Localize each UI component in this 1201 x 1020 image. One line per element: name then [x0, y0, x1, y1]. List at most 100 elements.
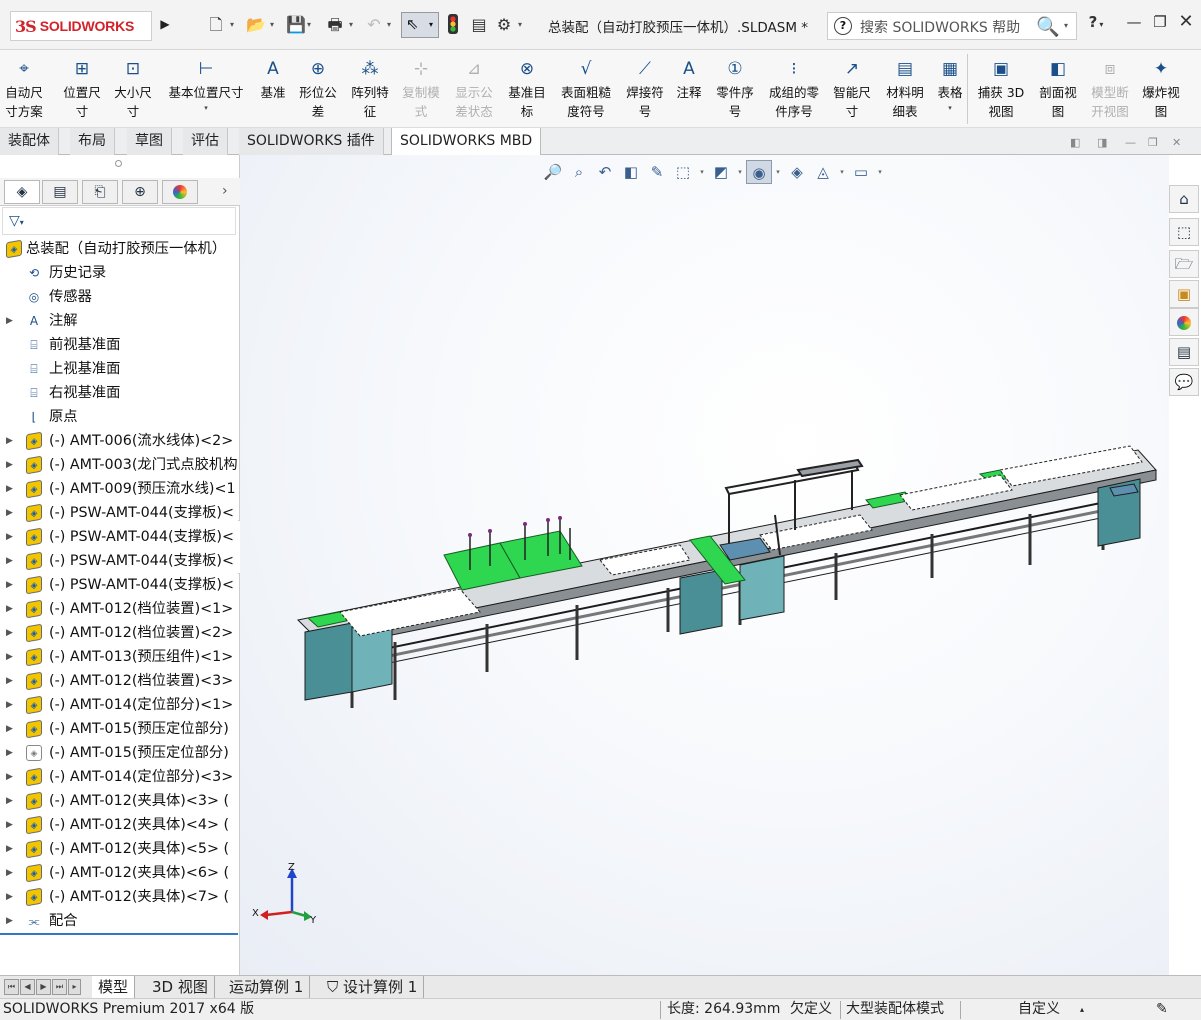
expand-arrow-icon[interactable]: ▶ [6, 765, 13, 789]
expand-arrow-icon[interactable]: ▶ [6, 453, 13, 477]
toolbar-button-19[interactable]: ◧ 剖面视 图 [1032, 55, 1084, 121]
expand-arrow-icon[interactable]: ▶ [6, 549, 13, 573]
previous-view-icon[interactable]: ↶ [592, 160, 618, 184]
configuration-manager-tab-icon[interactable]: ⎗ [82, 180, 118, 204]
tree-item[interactable]: ▶ ◈ (-) AMT-012(档位装置)<2> [0, 621, 240, 645]
toolbar-button-12[interactable]: A 注释 [670, 55, 708, 102]
undo-icon[interactable]: ↶ [364, 14, 384, 36]
tab-3d-views[interactable]: 3D 视图 [146, 976, 215, 999]
tree-rollback-bar[interactable] [0, 933, 238, 935]
save-icon[interactable]: 💾 [286, 14, 306, 36]
tree-item[interactable]: ▶ ◈ (-) PSW-AMT-044(支撑板)< [0, 573, 240, 597]
help-search-box[interactable]: ? 搜索 SOLIDWORKS 帮助 🔍 ▾ [827, 12, 1077, 40]
search-dropdown-icon[interactable]: ▾ [1064, 21, 1068, 30]
tree-item[interactable]: ▶ ◈ (-) AMT-012(档位装置)<1> [0, 597, 240, 621]
forum-icon[interactable]: 💬 [1169, 368, 1199, 396]
search-icon[interactable]: 🔍 [1036, 15, 1060, 38]
expand-arrow-icon[interactable]: ▶ [6, 621, 13, 645]
save-dropdown-icon[interactable]: ▾ [305, 14, 313, 36]
rebuild-traffic-light-icon[interactable] [444, 14, 462, 36]
expand-arrow-icon[interactable]: ▶ [6, 597, 13, 621]
expand-arrow-icon[interactable]: ▶ [6, 861, 13, 885]
tab-design-study-1[interactable]: ⛉ 设计算例 1 [321, 976, 425, 999]
tile-right-icon[interactable]: ◨ [1097, 136, 1107, 149]
display-manager-tab-icon[interactable] [162, 180, 198, 204]
toolbar-button-15[interactable]: ↗ 智能尺 寸 [827, 55, 877, 121]
minimize-button[interactable]: — [1122, 13, 1146, 31]
rebuild-status-icon[interactable]: ✎ [1156, 999, 1168, 1020]
tree-item[interactable]: ◎ 传感器 [0, 285, 240, 309]
tree-item[interactable]: ⟲ 历史记录 [0, 261, 240, 285]
scene-dropdown-icon[interactable]: ▾ [836, 160, 848, 184]
tab-model[interactable]: 模型 [92, 976, 136, 999]
dimxpert-manager-tab-icon[interactable]: ⊕ [122, 180, 158, 204]
file-properties-icon[interactable]: ▤ [469, 14, 489, 36]
open-folder-icon[interactable]: 📂 [246, 14, 266, 36]
tree-item[interactable]: ▶ ◈ (-) AMT-012(夹具体)<5> ( [0, 837, 240, 861]
expand-arrow-icon[interactable]: ▶ [6, 837, 13, 861]
tab-layout[interactable]: 布局 [70, 128, 115, 155]
property-manager-tab-icon[interactable]: ▤ [42, 180, 78, 204]
zoom-to-area-icon[interactable]: ⌕ [566, 160, 592, 184]
expand-arrow-icon[interactable]: ▶ [6, 909, 13, 933]
tile-left-icon[interactable]: ◧ [1070, 136, 1080, 149]
print-dropdown-icon[interactable]: ▾ [347, 14, 355, 36]
toolbar-button-3[interactable]: ⊢ 基本位置尺寸 ▾ [160, 55, 252, 112]
expand-arrow-icon[interactable]: ▶ [6, 693, 13, 717]
doc-restore-icon[interactable]: ❐ [1148, 136, 1158, 149]
toolbar-button-20[interactable]: ⧈ 模型断 开视图 [1084, 55, 1136, 121]
custom-properties-icon[interactable]: ▤ [1169, 338, 1199, 366]
doc-minimize-icon[interactable]: — [1125, 136, 1136, 149]
expand-arrow-icon[interactable]: ▶ [6, 885, 13, 909]
help-menu-button[interactable]: ? ▾ [1084, 13, 1108, 31]
toolbar-button-8[interactable]: ⊿ 显示公 差状态 [450, 55, 498, 121]
toolbar-button-17[interactable]: ▦ 表格 ▾ [931, 55, 969, 112]
tab-solidworks-addins[interactable]: SOLIDWORKS 插件 [239, 128, 384, 155]
tree-item[interactable]: ▶ ◈ (-) AMT-012(夹具体)<3> ( [0, 789, 240, 813]
section-view-icon[interactable]: ◧ [618, 160, 644, 184]
tree-item[interactable]: ▶ ◈ (-) AMT-015(预压定位部分) [0, 741, 240, 765]
tree-filter-icon[interactable]: ▽▾ [2, 207, 236, 235]
close-button[interactable]: ✕ [1174, 11, 1198, 32]
help-search-input[interactable]: 搜索 SOLIDWORKS 帮助 [860, 17, 1020, 37]
tree-item[interactable]: ⌸ 上视基准面 [0, 357, 240, 381]
tree-item[interactable]: ▶ ◈ (-) AMT-012(夹具体)<6> ( [0, 861, 240, 885]
menu-flyout-arrow-icon[interactable]: ▶ [158, 14, 172, 34]
expand-arrow-icon[interactable]: ▶ [6, 669, 13, 693]
apply-scene-icon[interactable]: ◬ [810, 160, 836, 184]
graphics-area[interactable] [240, 155, 1169, 975]
toolbar-button-11[interactable]: ⟋ 焊接符 号 [620, 55, 670, 121]
toolbar-button-10[interactable]: √ 表面粗糙 度符号 [557, 55, 615, 121]
expand-arrow-icon[interactable]: ▶ [6, 789, 13, 813]
tree-item[interactable]: ▶ ◈ (-) PSW-AMT-044(支撑板)< [0, 525, 240, 549]
options-dropdown-icon[interactable]: ▾ [516, 14, 524, 36]
tree-item[interactable]: ▶ ◈ (-) AMT-014(定位部分)<3> [0, 765, 240, 789]
tab-motion-study-1[interactable]: 运动算例 1 [223, 976, 311, 999]
expand-arrow-icon[interactable]: ▶ [6, 477, 13, 501]
expand-arrow-icon[interactable]: ▶ [6, 501, 13, 525]
more-tabs-chevron-icon[interactable]: › [222, 183, 228, 199]
tree-item[interactable]: ⌊ 原点 [0, 405, 240, 429]
toolbar-dropdown-icon[interactable]: ▾ [948, 104, 952, 112]
unit-system[interactable]: 自定义 [1018, 999, 1060, 1020]
tree-item[interactable]: ▶ ◈ (-) AMT-006(流水线体)<2> [0, 429, 240, 453]
toolbar-button-6[interactable]: ⁂ 阵列特 征 [344, 55, 396, 121]
toolbar-button-13[interactable]: ① 零件序 号 [710, 55, 760, 121]
toolbar-button-16[interactable]: ▤ 材料明 细表 [880, 55, 930, 121]
expand-arrow-icon[interactable]: ▶ [6, 717, 13, 741]
expand-arrow-icon[interactable]: ▶ [6, 429, 13, 453]
tree-root-assembly[interactable]: ◈ 总装配（自动打胶预压一体机） [0, 237, 240, 261]
tree-item[interactable]: ▶ ◈ (-) AMT-013(预压组件)<1> [0, 645, 240, 669]
undo-dropdown-icon[interactable]: ▾ [385, 14, 393, 36]
toolbar-button-7[interactable]: ⊹ 复制模 式 [398, 55, 444, 121]
tree-item[interactable]: ▶ ◈ (-) AMT-009(预压流水线)<1 [0, 477, 240, 501]
view-palette-icon[interactable]: ▣ [1169, 280, 1199, 308]
toolbar-button-9[interactable]: ⊗ 基准目 标 [502, 55, 552, 121]
toolbar-button-5[interactable]: ⊕ 形位公 差 [292, 55, 344, 121]
tree-item[interactable]: ▶ ◈ (-) AMT-003(龙门式点胶机构 [0, 453, 240, 477]
tree-item[interactable]: ▶ ◈ (-) AMT-015(预压定位部分) [0, 717, 240, 741]
hide-show-dropdown-icon[interactable]: ▾ [772, 160, 784, 184]
tree-item[interactable]: ⌸ 前视基准面 [0, 333, 240, 357]
hide-show-items-icon[interactable]: ◉ [746, 160, 772, 184]
expand-arrow-icon[interactable]: ▶ [6, 813, 13, 837]
